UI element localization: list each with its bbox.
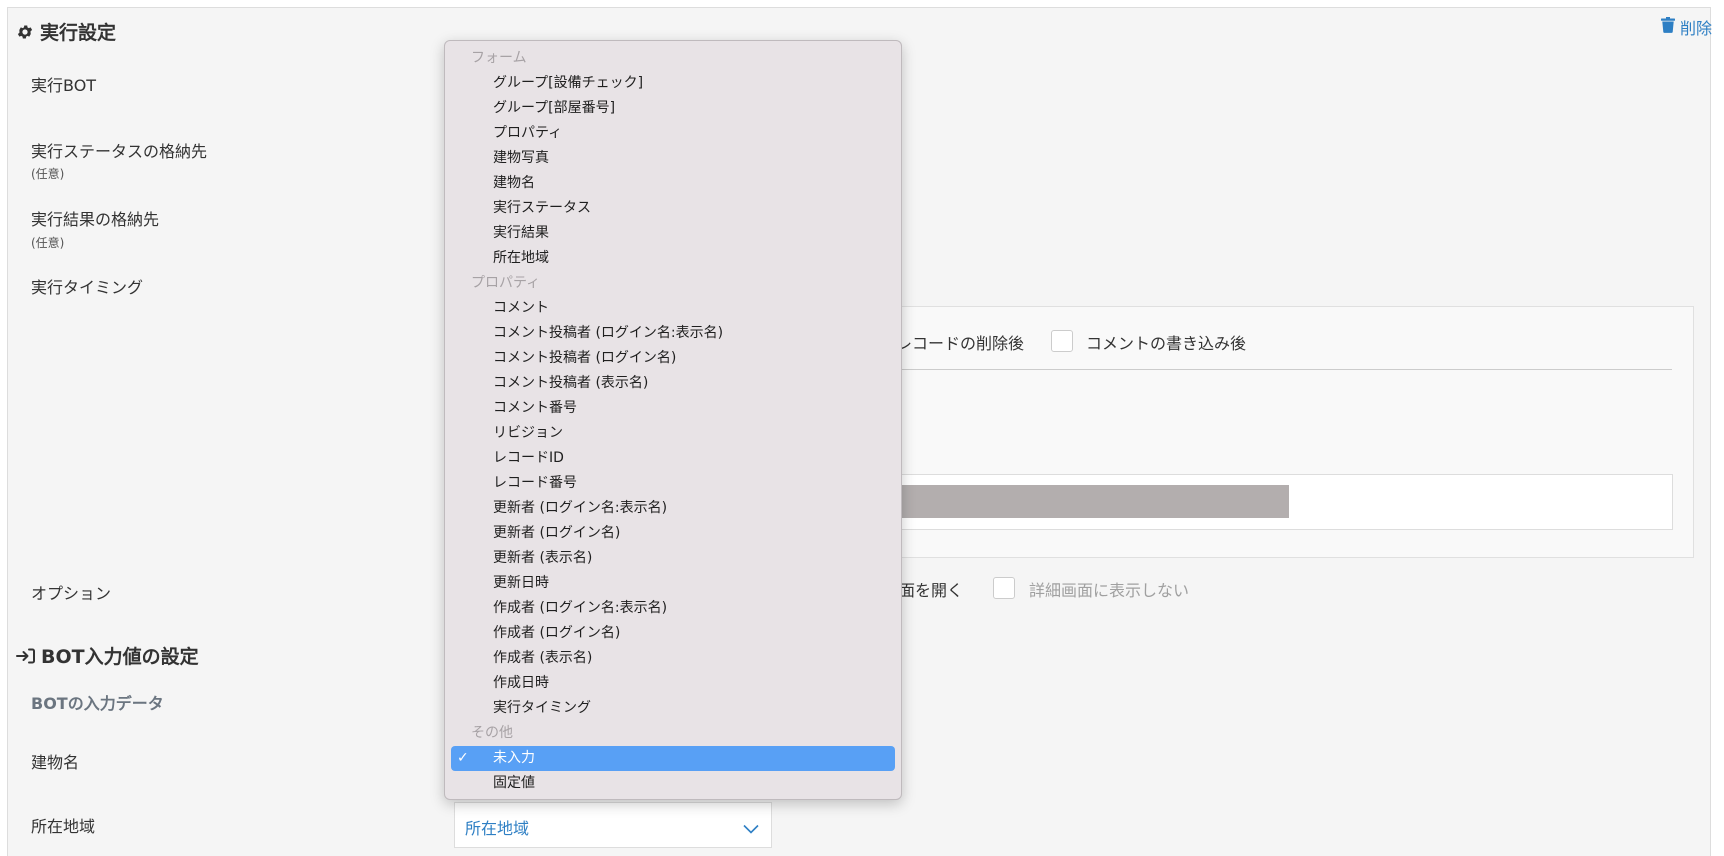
dropdown-option[interactable]: レコードID	[451, 446, 895, 471]
dropdown-option-label: 作成者 (ログイン名)	[493, 625, 621, 641]
dropdown-option-label: プロパティ	[493, 125, 563, 141]
dropdown-option[interactable]: 実行ステータス	[451, 196, 895, 221]
building-name-label: 建物名	[31, 753, 80, 772]
gear-icon	[16, 23, 34, 41]
dropdown-option-label: 作成者 (表示名)	[493, 650, 593, 666]
dropdown-option[interactable]: 更新者 (表示名)	[451, 546, 895, 571]
dropdown-option[interactable]: 作成日時	[451, 671, 895, 696]
dropdown-group-label: その他	[471, 725, 513, 741]
timing-after-comment-write-label: コメントの書き込み後	[1086, 334, 1247, 353]
dropdown-option[interactable]: 建物名	[451, 171, 895, 196]
checkmark-icon: ✓	[457, 750, 469, 766]
dropdown-option-label: 未入力	[493, 750, 535, 766]
dropdown-option[interactable]: リビジョン	[451, 421, 895, 446]
dropdown-option[interactable]: 固定値	[451, 771, 895, 796]
dropdown-option-label: 作成日時	[493, 675, 549, 691]
execution-timing-label: 実行タイミング	[31, 278, 144, 297]
trash-icon	[1660, 17, 1675, 37]
dropdown-option-label: 建物名	[493, 175, 535, 191]
dropdown-option-label: 更新者 (ログイン名:表示名)	[493, 500, 668, 516]
status-destination-label: 実行ステータスの格納先	[31, 142, 208, 161]
dropdown-option-label: コメント投稿者 (ログイン名:表示名)	[493, 325, 724, 341]
dropdown-option-label: レコード番号	[493, 475, 577, 491]
dropdown-option[interactable]: グループ[設備チェック]	[451, 71, 895, 96]
location-select[interactable]: 所在地域	[454, 802, 772, 848]
dropdown-option[interactable]: 作成者 (表示名)	[451, 646, 895, 671]
dropdown-option-label: 更新者 (表示名)	[493, 550, 593, 566]
dropdown-option-label: 所在地域	[493, 250, 549, 266]
dropdown-option-label: コメント投稿者 (表示名)	[493, 375, 649, 391]
building-name-dropdown-menu[interactable]: フォーム グループ[設備チェック] グループ[部屋番号] プロパティ 建物写真 建物名 実行…	[444, 40, 902, 800]
dropdown-option[interactable]: 建物写真	[451, 146, 895, 171]
dropdown-option-label: 実行ステータス	[493, 200, 591, 216]
dropdown-option[interactable]: コメント投稿者 (ログイン名:表示名)	[451, 321, 895, 346]
delete-label: 削除	[1679, 19, 1712, 38]
dropdown-option[interactable]: 実行タイミング	[451, 696, 895, 721]
execution-settings-title: 実行設定	[40, 22, 117, 44]
dropdown-option-label: 実行タイミング	[493, 700, 591, 716]
chevron-down-icon	[743, 819, 759, 838]
dropdown-group-label: プロパティ	[471, 275, 541, 291]
bot-input-heading: BOT入力値の設定	[16, 642, 199, 669]
dropdown-option-label: コメント番号	[493, 400, 577, 416]
result-destination-optional: (任意)	[31, 236, 65, 250]
option-hide-detail-label: 詳細画面に表示しない	[1029, 581, 1190, 600]
sign-in-icon	[16, 648, 35, 664]
dropdown-option-label: 更新者 (ログイン名)	[493, 525, 621, 541]
dropdown-option[interactable]: 実行結果	[451, 221, 895, 246]
timing-condition-value-bar	[895, 485, 1289, 518]
dropdown-option[interactable]: 作成者 (ログイン名:表示名)	[451, 596, 895, 621]
options-label: オプション	[31, 584, 112, 603]
dropdown-option[interactable]: 更新者 (ログイン名:表示名)	[451, 496, 895, 521]
dropdown-option[interactable]: レコード番号	[451, 471, 895, 496]
dropdown-option[interactable]: プロパティ	[451, 121, 895, 146]
dropdown-option[interactable]: 更新者 (ログイン名)	[451, 521, 895, 546]
dropdown-option-label: コメント	[493, 300, 549, 316]
bot-input-title: BOT入力値の設定	[41, 646, 199, 668]
dropdown-option-label: コメント投稿者 (ログイン名)	[493, 350, 677, 366]
dropdown-option[interactable]: コメント投稿者 (ログイン名)	[451, 346, 895, 371]
dropdown-option[interactable]: 更新日時	[451, 571, 895, 596]
dropdown-group-label: フォーム	[471, 50, 527, 66]
timing-after-record-delete-label: レコードの削除後	[896, 334, 1025, 353]
dropdown-option-label: 作成者 (ログイン名:表示名)	[493, 600, 668, 616]
location-label: 所在地域	[31, 817, 96, 836]
bot-input-data-label: BOTの入力データ	[31, 694, 164, 713]
delete-button[interactable]: 削除	[1660, 15, 1712, 39]
after-comment-write-checkbox[interactable]	[1051, 330, 1073, 352]
execution-bot-label: 実行BOT	[31, 76, 97, 95]
dropdown-option-label: リビジョン	[493, 425, 563, 441]
dropdown-option-label: 更新日時	[493, 575, 549, 591]
dropdown-option[interactable]: コメント番号	[451, 396, 895, 421]
status-destination-optional: (任意)	[31, 167, 65, 181]
dropdown-option[interactable]: 作成者 (ログイン名)	[451, 621, 895, 646]
dropdown-option-label: 固定値	[493, 775, 535, 791]
dropdown-option[interactable]: ✓ 未入力	[451, 746, 895, 771]
dropdown-option-label: レコードID	[493, 450, 564, 466]
dropdown-option-label: 実行結果	[493, 225, 549, 241]
dropdown-option-label: グループ[設備チェック]	[493, 75, 644, 91]
location-select-value: 所在地域	[465, 819, 530, 838]
dropdown-option[interactable]: コメント	[451, 296, 895, 321]
dropdown-option[interactable]: コメント投稿者 (表示名)	[451, 371, 895, 396]
execution-settings-heading: 実行設定	[16, 18, 116, 45]
dropdown-option[interactable]: グループ[部屋番号]	[451, 96, 895, 121]
result-destination-label: 実行結果の格納先	[31, 210, 160, 229]
hide-detail-checkbox[interactable]	[993, 577, 1015, 599]
divider	[880, 369, 1672, 370]
dropdown-option-label: グループ[部屋番号]	[493, 100, 616, 116]
dropdown-option-label: 建物写真	[493, 150, 549, 166]
dropdown-option[interactable]: 所在地域	[451, 246, 895, 271]
